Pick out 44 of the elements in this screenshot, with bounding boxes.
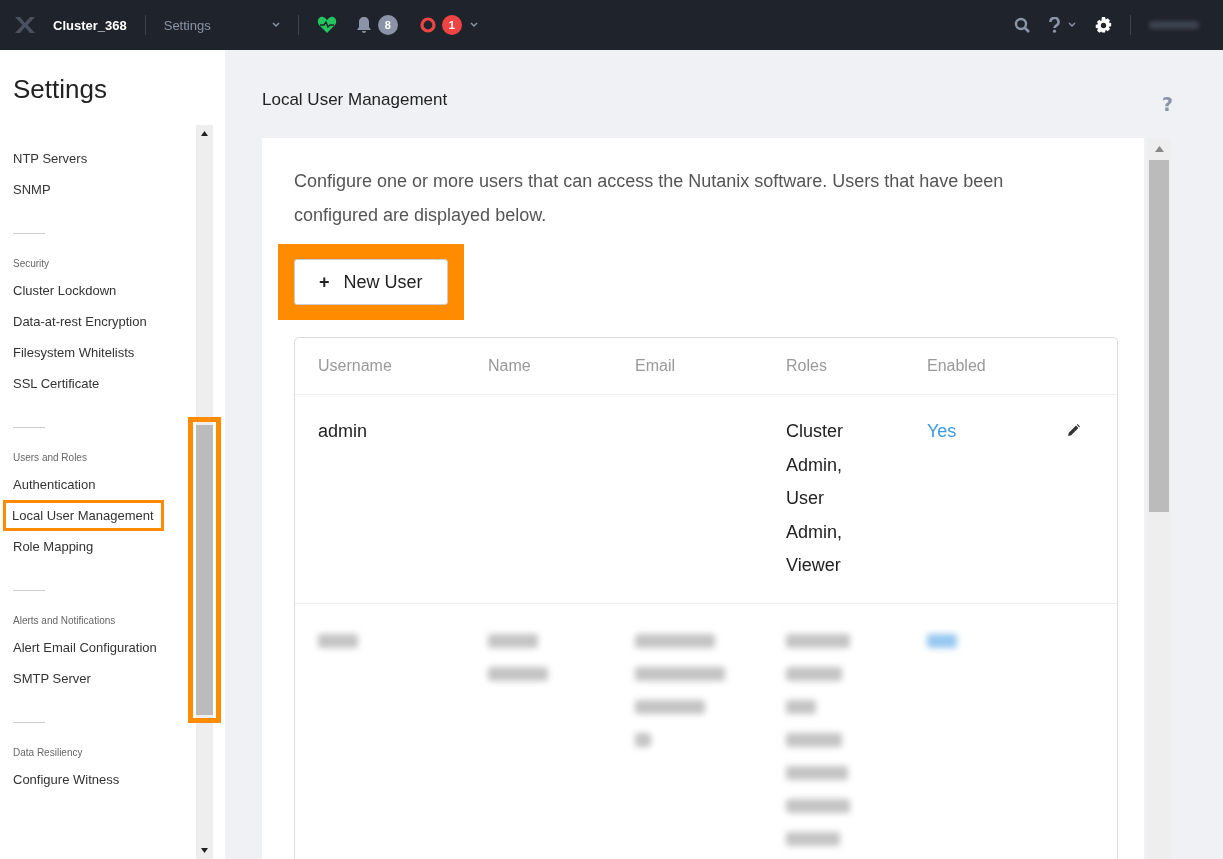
caret-icon[interactable] <box>271 22 280 28</box>
help-icon[interactable] <box>1049 17 1060 33</box>
sidebar-item[interactable]: Local User Management <box>3 500 164 531</box>
sidebar-item[interactable]: Role Mapping <box>7 531 100 562</box>
settings-dropdown[interactable]: Settings <box>163 17 264 33</box>
scroll-down-icon[interactable] <box>201 848 208 853</box>
sidebar-item[interactable]: Alert Email Configuration <box>7 632 163 663</box>
section-heading: Data Resiliency <box>13 747 84 758</box>
description-text: Configure one or more users that can access the Nutanix software. Users that have been configured are displayed below. <box>294 170 1005 227</box>
new-user-button[interactable]: + New User <box>294 259 448 305</box>
column-header: Username <box>318 357 393 375</box>
caret-icon[interactable] <box>1068 22 1076 28</box>
table-cell-text: Cluster Admin, User Admin, Viewer <box>786 420 844 577</box>
sidebar-item[interactable]: Data-at-rest Encryption <box>7 306 153 337</box>
column-header: Name <box>488 357 532 375</box>
highlighted-scroll-thumb[interactable] <box>188 416 221 723</box>
settings-icon[interactable] <box>1095 16 1112 34</box>
sidebar-item[interactable]: SSL Certificate <box>7 368 106 399</box>
search-icon[interactable] <box>1014 17 1030 33</box>
section-heading: Users and Roles <box>13 452 88 463</box>
sidebar-item[interactable]: SNMP <box>7 174 57 205</box>
sidebar-item[interactable]: Cluster Lockdown <box>7 275 123 306</box>
ring-icon[interactable] <box>419 17 436 33</box>
column-header: Enabled <box>927 357 987 375</box>
section-heading: Security <box>13 258 51 269</box>
sidebar-title: Settings <box>12 73 108 106</box>
cluster-name[interactable]: Cluster_368 <box>53 17 127 33</box>
caret-icon[interactable] <box>469 22 478 28</box>
heart-pulse-icon[interactable] <box>316 16 337 34</box>
sidebar-item[interactable]: SMTP Server <box>7 663 97 694</box>
section-heading: Alerts and Notifications <box>13 615 117 626</box>
column-header: Roles <box>786 357 828 375</box>
bell-icon[interactable] <box>355 16 372 34</box>
critical-count-badge[interactable]: 1 <box>441 15 462 35</box>
scroll-up-icon[interactable] <box>201 131 208 136</box>
sidebar-item[interactable]: Authentication <box>7 469 102 500</box>
sidebar-item[interactable]: Configure Witness <box>7 764 126 795</box>
table-cell-text: admin <box>318 420 369 443</box>
sidebar-item[interactable]: Filesystem Whitelists <box>7 337 141 368</box>
edit-pencil-icon[interactable] <box>1067 424 1080 437</box>
sidebar-item[interactable]: NTP Servers <box>7 143 94 174</box>
column-header: Email <box>635 357 676 375</box>
page-title: Local User Management <box>262 89 448 110</box>
scrollbar[interactable] <box>1147 138 1171 859</box>
